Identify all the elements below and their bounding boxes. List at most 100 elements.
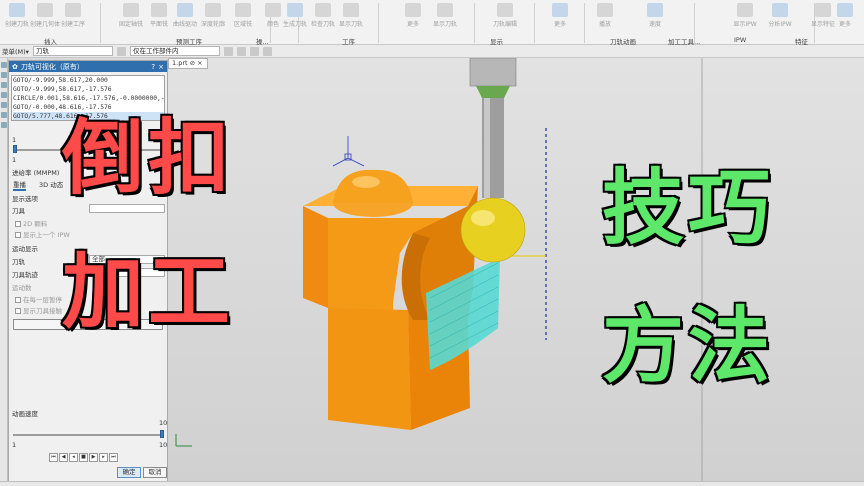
- close-button[interactable]: ×: [158, 63, 164, 71]
- tab-replay[interactable]: 重播: [13, 179, 26, 191]
- ribbon-button-label: 播放: [598, 21, 611, 28]
- gcode-line[interactable]: GOTO/-9.999,58.617,-17.576: [13, 85, 164, 94]
- dialog-title: 刀轨可视化（原有）: [20, 62, 84, 71]
- ribbon-button[interactable]: 更多: [830, 3, 860, 28]
- rewind-start-icon[interactable]: ⏮: [49, 453, 58, 462]
- ribbon-button[interactable]: 显示刀轨: [430, 3, 460, 28]
- ribbon-button[interactable]: 显示刀轨: [336, 3, 366, 28]
- ribbon-button[interactable]: 创建几何体: [30, 3, 60, 28]
- step-back-icon[interactable]: ◀: [59, 453, 68, 462]
- ribbon-button-icon: [497, 3, 513, 17]
- gcode-line[interactable]: CIRCLE/0.001,58.616,-17.576,-0.0000000,-…: [13, 94, 164, 103]
- ribbon-button[interactable]: 创建刀轨: [2, 3, 32, 28]
- ribbon-button[interactable]: 生成刀轨: [280, 3, 310, 28]
- ribbon-button[interactable]: 显示IPW: [730, 3, 760, 28]
- ribbon-button[interactable]: 更多: [545, 3, 575, 28]
- ribbon-button-icon: [315, 3, 331, 17]
- ribbon-button[interactable]: 分析IPW: [765, 3, 795, 28]
- ribbon-button[interactable]: 检查刀轨: [308, 3, 338, 28]
- forward-end-icon[interactable]: ⏭: [109, 453, 118, 462]
- scope-dropdown[interactable]: 仅在工作部件内: [129, 46, 220, 56]
- ribbon-button[interactable]: 曲线驱动: [170, 3, 200, 28]
- toolbar: 菜单(M)▾ 刀轨 仅在工作部件内: [0, 45, 864, 58]
- line-slider-min: 1: [12, 136, 17, 144]
- tool-icon[interactable]: [1, 112, 7, 118]
- ribbon-button-label: 生成刀轨: [282, 21, 307, 28]
- ribbon-button-label: 检查刀轨: [310, 21, 335, 28]
- settings-icon: ✿: [12, 62, 18, 71]
- ribbon-button-label: 更多: [406, 21, 419, 28]
- tool-shank-highlight: [484, 98, 490, 198]
- speed-slider-thumb[interactable]: [160, 430, 164, 438]
- back-icon[interactable]: ◂: [69, 453, 78, 462]
- part-icon[interactable]: [1, 82, 7, 88]
- roles-icon[interactable]: [1, 122, 7, 128]
- ribbon-button-icon: [265, 3, 281, 17]
- type-filter-dropdown[interactable]: 刀轨: [32, 46, 113, 56]
- ball-cutter: [460, 197, 526, 263]
- playback-controls: ⏮ ◀ ◂ ■ ▶ ▸ ⏭: [49, 452, 119, 462]
- step-forward-icon[interactable]: ▸: [99, 453, 108, 462]
- ball-highlight: [471, 210, 495, 226]
- help-button[interactable]: ?: [151, 63, 155, 71]
- menu-button[interactable]: 菜单(M)▾: [2, 46, 29, 56]
- ribbon-button[interactable]: 固定轴铣: [116, 3, 146, 28]
- tab-3d-dynamic[interactable]: 3D 动态: [39, 179, 63, 189]
- history-icon[interactable]: [1, 72, 7, 78]
- layer-icon[interactable]: [1, 92, 7, 98]
- dialog-title-bar: ✿ 刀轨可视化（原有） ? ×: [9, 61, 167, 72]
- ribbon-button-icon: [177, 3, 193, 17]
- machine-icon[interactable]: [1, 102, 7, 108]
- select-icon[interactable]: [223, 46, 233, 56]
- overlay-title-left-1: 倒扣: [60, 111, 235, 206]
- ribbon-button-label: 更多: [553, 21, 566, 28]
- tool-trace-label: 刀具轨迹: [12, 271, 38, 279]
- ribbon-button[interactable]: 区域铣: [228, 3, 258, 28]
- ok-button[interactable]: 确定: [117, 467, 141, 478]
- ribbon-button-icon: [205, 3, 221, 17]
- ribbon-button-icon: [343, 3, 359, 17]
- ribbon-button-label: 分析IPW: [768, 21, 792, 28]
- ribbon-button[interactable]: 深度轮廓: [198, 3, 228, 28]
- ribbon-button-icon: [737, 3, 753, 17]
- ribbon-button-label: 创建工序: [60, 21, 85, 28]
- ribbon-button-icon: [837, 3, 853, 17]
- stop-icon[interactable]: ■: [79, 453, 88, 462]
- navigator-icon[interactable]: [1, 62, 7, 68]
- ribbon-button[interactable]: 创建工序: [58, 3, 88, 28]
- ribbon-button-icon: [37, 3, 53, 17]
- snap-icon[interactable]: [236, 46, 246, 56]
- play-icon[interactable]: ▶: [89, 453, 98, 462]
- view-icon[interactable]: [262, 46, 272, 56]
- ribbon-button-label: 创建刀轨: [4, 21, 29, 28]
- tool-label: 刀具: [12, 207, 25, 215]
- opt-2d-material[interactable]: 2D 颗料: [15, 218, 47, 228]
- speed-slider-track[interactable]: [13, 434, 163, 436]
- gcode-line[interactable]: GOTO/-9.999,58.617,20.000: [13, 76, 164, 85]
- motion-count-label: 运动数: [12, 284, 32, 292]
- line-slider-thumb[interactable]: [13, 145, 17, 153]
- filter-icon[interactable]: [116, 46, 126, 56]
- toolpath-label: 刀轨: [12, 258, 25, 266]
- graphics-viewport[interactable]: 1.prt ⊘ ×: [168, 58, 864, 486]
- world-csys: [175, 434, 192, 447]
- ribbon-button-icon: [123, 3, 139, 17]
- ribbon-button[interactable]: 速度: [640, 3, 670, 28]
- ribbon-button-label: 显示刀轨: [338, 21, 363, 28]
- ribbon-button[interactable]: 播放: [590, 3, 620, 28]
- ribbon-button[interactable]: 刀轨编辑: [490, 3, 520, 28]
- ribbon-button[interactable]: 更多: [398, 3, 428, 28]
- ribbon-button-label: 平面铣: [149, 21, 168, 28]
- overlay-title-right-1: 技巧: [600, 161, 775, 256]
- speed-value-label: 10: [159, 419, 168, 427]
- point-icon[interactable]: [249, 46, 259, 56]
- ribbon-button-label: 区域铣: [233, 21, 252, 28]
- ribbon-button-label: 固定轴铣: [118, 21, 143, 28]
- opt-pause-each-layer[interactable]: 在每一层暂停: [15, 294, 62, 304]
- ribbon-button-label: 创建几何体: [30, 21, 61, 28]
- ribbon-button-icon: [405, 3, 421, 17]
- opt-show-tool-contact[interactable]: 显示刀具接触: [15, 305, 62, 315]
- opt-show-prev-ipw[interactable]: 显示上一个 IPW: [15, 229, 70, 239]
- tool-collet: [476, 86, 510, 98]
- cancel-button[interactable]: 取消: [143, 467, 167, 478]
